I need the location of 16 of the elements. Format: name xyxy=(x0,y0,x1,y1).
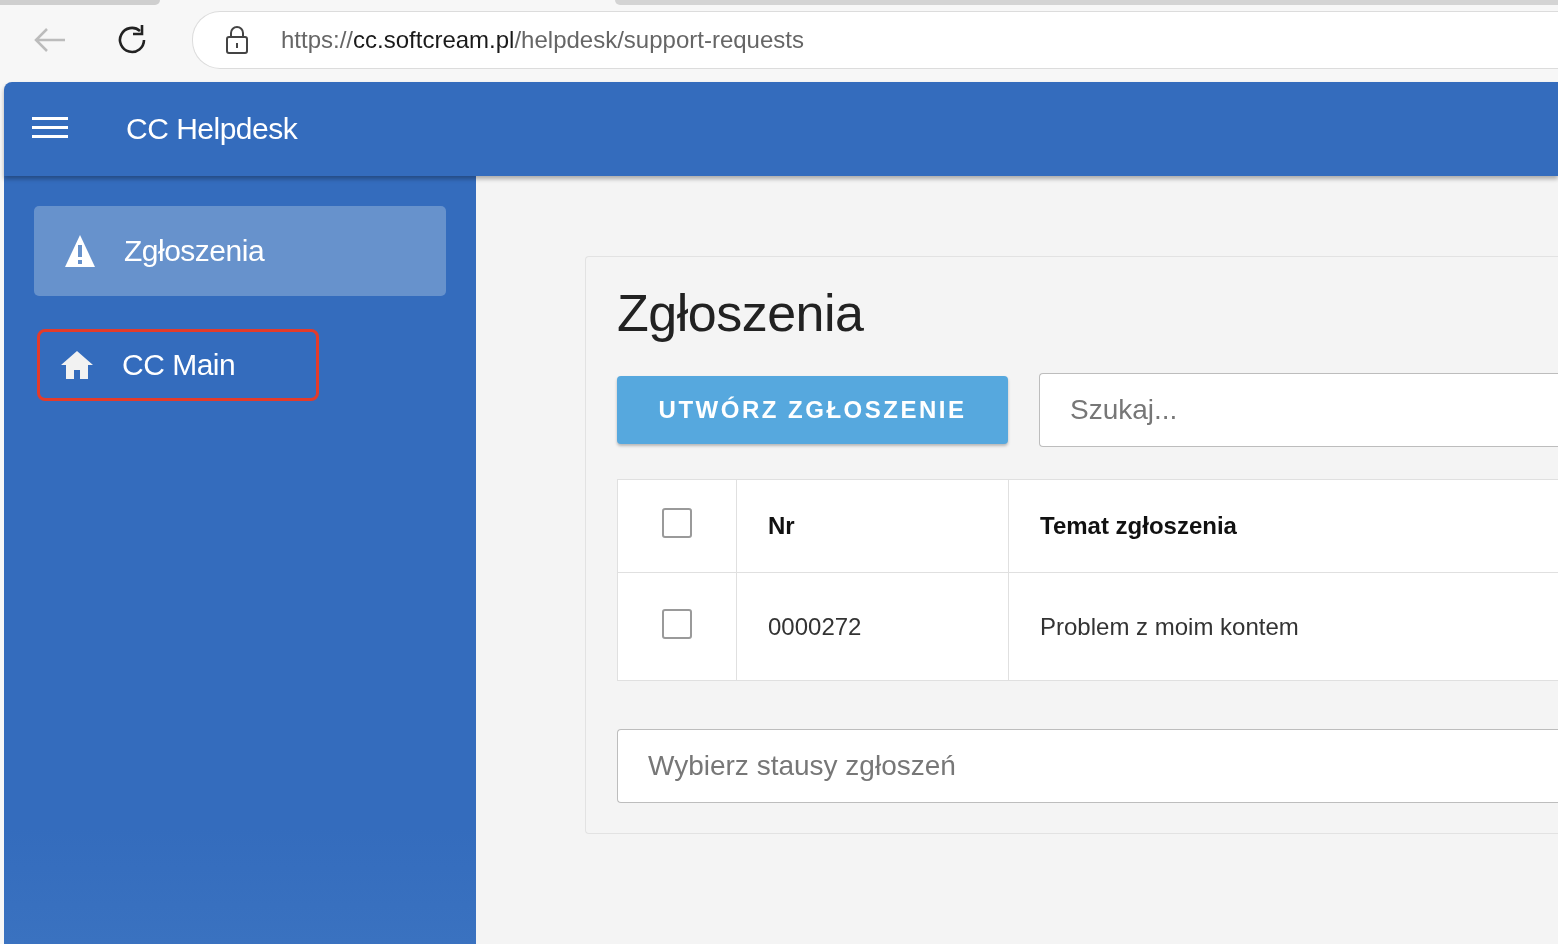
address-bar[interactable]: https://cc.softcream.pl/helpdesk/support-requests xyxy=(192,11,1558,69)
status-select-field[interactable]: Wybierz stausy zgłoszeń xyxy=(617,729,1558,803)
lock-icon xyxy=(225,25,249,55)
column-header: Nr xyxy=(736,479,1009,573)
home-icon xyxy=(60,350,94,380)
page-title: Zgłoszenia xyxy=(617,283,865,343)
checkbox[interactable] xyxy=(662,608,692,639)
search-field[interactable]: Szukaj... xyxy=(1039,373,1558,447)
sidebar-item[interactable]: Zgłoszenia xyxy=(34,206,446,296)
table-cell: 0000272 xyxy=(736,572,1009,681)
app-title: CC Helpdesk xyxy=(126,112,298,146)
checkbox[interactable] xyxy=(662,508,692,538)
column-header: Temat zgłoszenia xyxy=(1008,479,1558,573)
sidebar-item[interactable]: CC Main xyxy=(40,332,316,398)
url-text: https://cc.softcream.pl/helpdesk/support-requests xyxy=(281,26,804,54)
warning-icon xyxy=(64,234,96,268)
